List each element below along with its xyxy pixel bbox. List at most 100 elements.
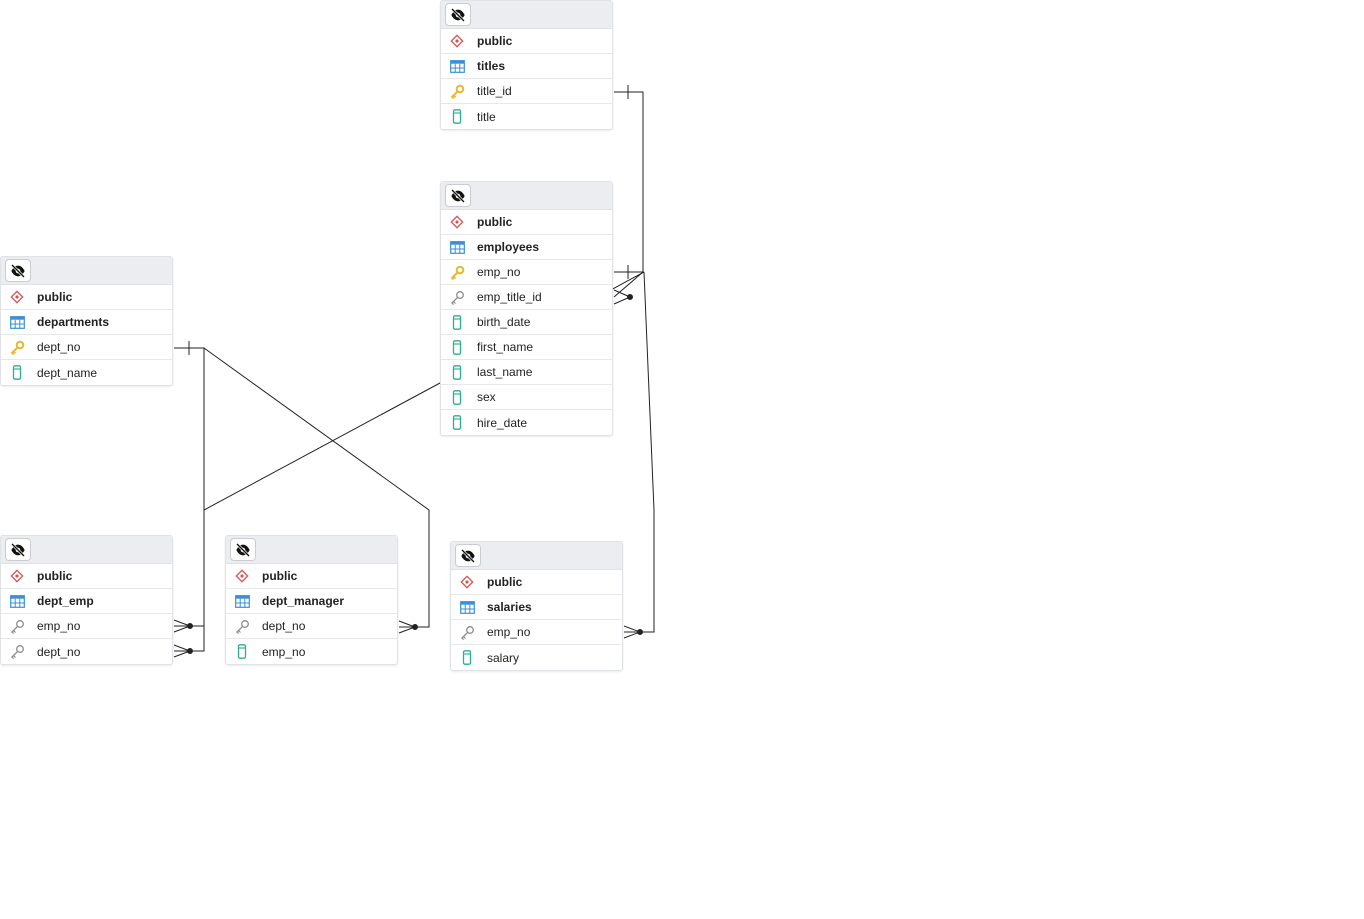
schema-row[interactable]: public (226, 564, 397, 589)
column-row-label: salary (487, 650, 520, 665)
table-node-titles[interactable]: public titles title_idtitle (440, 0, 613, 130)
table-name-row-label: dept_emp (37, 594, 94, 608)
column-row-label: emp_no (37, 619, 81, 633)
column-icon (449, 364, 465, 380)
schema-row[interactable]: public (1, 564, 172, 589)
column-row[interactable]: dept_no (1, 335, 172, 360)
column-row-label: emp_no (477, 265, 521, 279)
column-row-label: dept_name (37, 365, 98, 380)
table-node-salaries[interactable]: public salaries emp_nosalary (450, 541, 623, 671)
schema-row-label: public (262, 569, 298, 583)
schema-icon (9, 289, 25, 305)
column-row[interactable]: emp_no (1, 614, 172, 639)
column-row[interactable]: emp_title_id (441, 285, 612, 310)
column-row[interactable]: emp_no (441, 260, 612, 285)
foreign-key-icon (459, 624, 475, 640)
column-row-label: birth_date (477, 315, 531, 329)
table-name-row-label: titles (477, 59, 506, 73)
link-employees-titles[interactable] (613, 85, 644, 305)
toggle-details-button[interactable] (230, 538, 256, 561)
column-row[interactable]: dept_no (226, 614, 397, 639)
column-icon (9, 365, 25, 381)
toggle-details-button[interactable] (5, 538, 31, 561)
column-row-label: emp_no (262, 644, 306, 659)
table-node-dept-manager[interactable]: public dept_manager dept_no emp_no (225, 535, 398, 665)
toggle-details-button[interactable] (445, 3, 471, 26)
column-row-label: last_name (477, 365, 533, 379)
table-node-header[interactable] (451, 542, 622, 570)
column-row[interactable]: title_id (441, 79, 612, 104)
column-icon (449, 415, 465, 431)
eye-off-icon (450, 188, 466, 203)
table-name-row[interactable]: dept_manager (226, 589, 397, 614)
schema-row-label: public (487, 575, 523, 589)
column-row[interactable]: dept_name (1, 360, 172, 385)
foreign-key-icon (449, 289, 465, 305)
schema-icon (449, 214, 465, 230)
table-node-departments[interactable]: public departments dept_no dept_name (0, 256, 173, 386)
primary-key-icon (449, 264, 465, 280)
eye-off-icon (460, 548, 476, 563)
column-row-label: dept_no (37, 644, 81, 659)
table-name-row[interactable]: dept_emp (1, 589, 172, 614)
schema-icon (234, 568, 250, 584)
column-row[interactable]: birth_date (441, 310, 612, 335)
table-node-dept-emp[interactable]: public dept_emp emp_no dept_no (0, 535, 173, 665)
column-icon (234, 644, 250, 660)
toggle-details-button[interactable] (455, 544, 481, 567)
column-row[interactable]: first_name (441, 335, 612, 360)
table-icon (234, 593, 250, 609)
table-node-header[interactable] (1, 257, 172, 285)
table-name-row-label: departments (37, 315, 110, 329)
schema-row-label: public (477, 215, 513, 229)
column-icon (449, 339, 465, 355)
table-icon (9, 314, 25, 330)
column-icon (459, 650, 475, 666)
column-row[interactable]: sex (441, 385, 612, 410)
column-row[interactable]: last_name (441, 360, 612, 385)
table-icon (459, 599, 475, 615)
schema-row[interactable]: public (441, 29, 612, 54)
schema-row-label: public (37, 569, 73, 583)
eye-off-icon (10, 542, 26, 557)
table-name-row[interactable]: departments (1, 310, 172, 335)
column-icon (449, 314, 465, 330)
table-name-row[interactable]: titles (441, 54, 612, 79)
column-icon (449, 389, 465, 405)
schema-row-label: public (37, 290, 73, 304)
table-name-row[interactable]: employees (441, 235, 612, 260)
column-row-label: first_name (477, 340, 534, 354)
table-node-employees[interactable]: public employees emp_no emp_title_id birth_d… (440, 181, 613, 436)
table-icon (449, 58, 465, 74)
table-node-header[interactable] (441, 1, 612, 29)
link-salaries-employees[interactable] (623, 271, 655, 639)
table-node-header[interactable] (441, 182, 612, 210)
column-row-label: emp_title_id (477, 290, 542, 304)
table-node-header[interactable] (226, 536, 397, 564)
schema-icon (9, 568, 25, 584)
column-row[interactable]: emp_no (451, 620, 622, 645)
column-row[interactable]: salary (451, 645, 622, 670)
column-row[interactable]: emp_no (226, 639, 397, 664)
column-row[interactable]: dept_no (1, 639, 172, 664)
toggle-details-button[interactable] (445, 184, 471, 207)
schema-icon (459, 574, 475, 590)
schema-row[interactable]: public (451, 570, 622, 595)
column-row-label: title_id (477, 84, 512, 98)
column-row[interactable]: title (441, 104, 612, 129)
schema-row[interactable]: public (1, 285, 172, 310)
column-row-label: title (477, 109, 496, 124)
eye-off-icon (10, 263, 26, 278)
table-node-header[interactable] (1, 536, 172, 564)
schema-row[interactable]: public (441, 210, 612, 235)
eye-off-icon (235, 542, 251, 557)
eye-off-icon (450, 7, 466, 22)
toggle-details-button[interactable] (5, 259, 31, 282)
table-icon (449, 239, 465, 255)
link-dept-emp-departments[interactable] (173, 341, 205, 658)
table-name-row-label: dept_manager (262, 594, 345, 608)
foreign-key-icon (9, 644, 25, 660)
table-name-row-label: employees (477, 240, 540, 254)
table-name-row[interactable]: salaries (451, 595, 622, 620)
column-row[interactable]: hire_date (441, 410, 612, 435)
